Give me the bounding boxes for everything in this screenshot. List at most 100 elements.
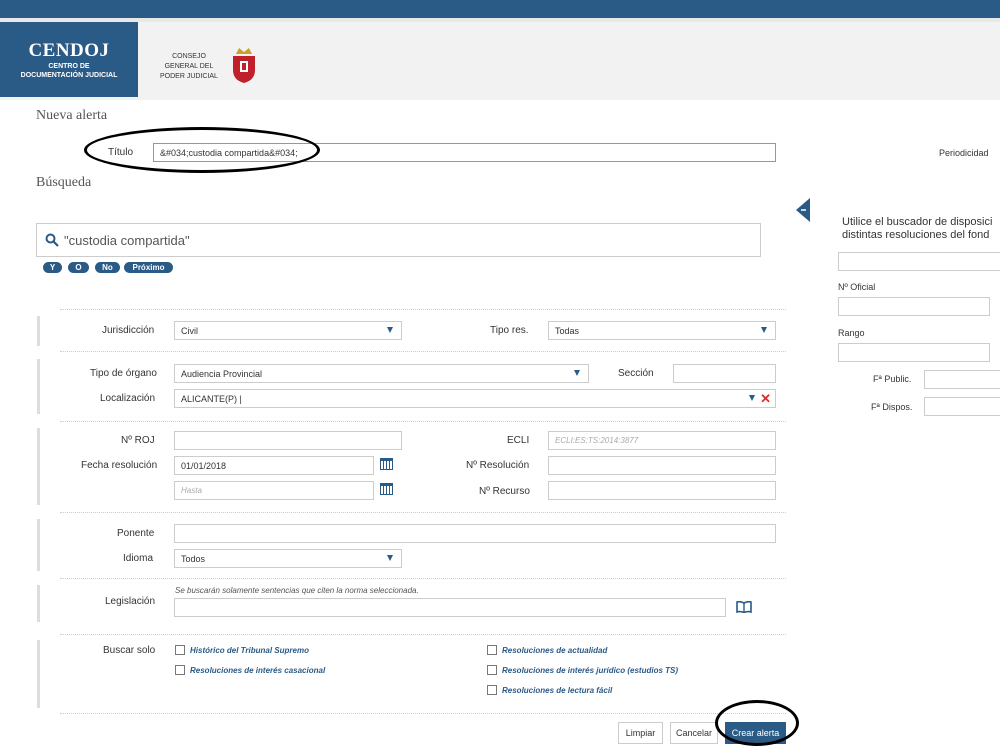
side-help-line-2: distintas resoluciones del fond — [842, 229, 990, 241]
nrecurso-label: Nº Recurso — [479, 486, 530, 497]
legislacion-hint: Se buscarán solamente sentencias que cit… — [175, 586, 419, 595]
nrecurso-input[interactable] — [548, 481, 776, 500]
section-bar — [37, 316, 40, 346]
seccion-label: Sección — [618, 368, 654, 379]
search-icon — [45, 233, 59, 247]
public-label: Fª Public. — [873, 374, 912, 384]
dispos-input[interactable] — [924, 397, 1000, 416]
localizacion-select[interactable]: ALICANTE(P) | ✕ — [174, 389, 776, 408]
tipo-organo-select[interactable]: Audiencia Provincial — [174, 364, 589, 383]
logo-subtitle-2: DOCUMENTACIÓN JUDICIAL — [20, 72, 118, 79]
cancel-button[interactable]: Cancelar — [670, 722, 718, 744]
oficial-label: Nº Oficial — [838, 282, 876, 292]
separator — [60, 421, 786, 422]
chevron-down-icon — [387, 327, 393, 333]
jurisdiccion-value: Civil — [181, 326, 198, 336]
cgpj-logo-text: CONSEJO GENERAL DEL PODER JUDICIAL — [160, 52, 218, 82]
chevron-down-icon — [749, 395, 755, 401]
oficial-input[interactable] — [838, 297, 990, 316]
calendar-icon[interactable] — [380, 483, 393, 495]
public-input[interactable] — [924, 370, 1000, 389]
calendar-icon[interactable] — [380, 458, 393, 470]
lectura-checkbox[interactable] — [487, 685, 497, 695]
ecli-input[interactable]: ECLI:ES:TS:2014:3877 — [548, 431, 776, 450]
chevron-down-icon — [761, 327, 767, 333]
top-bar — [0, 0, 1000, 18]
section-bar — [37, 428, 40, 505]
juridico-label: Resoluciones de interés jurídico (estudi… — [502, 666, 679, 675]
new-alert-heading: Nueva alerta — [36, 108, 108, 123]
title-input[interactable]: &#034;custodia compartida&#034; — [153, 143, 776, 162]
buscar-solo-label: Buscar solo — [103, 645, 156, 656]
site-header — [0, 22, 1000, 100]
clear-button[interactable]: Limpiar — [618, 722, 663, 744]
nresolucion-label: Nº Resolución — [466, 460, 530, 471]
org-line-1: CONSEJO — [172, 53, 206, 60]
tipo-res-label: Tipo res. — [490, 325, 529, 336]
collapse-panel-icon[interactable] — [796, 198, 810, 222]
seccion-input[interactable] — [673, 364, 776, 383]
rango-label: Rango — [838, 328, 865, 338]
search-heading: Búsqueda — [36, 175, 92, 190]
periodicity-label: Periodicidad — [939, 148, 989, 158]
operator-or[interactable]: O — [68, 262, 89, 273]
nroj-input[interactable] — [174, 431, 402, 450]
tipo-res-select[interactable]: Todas — [548, 321, 776, 340]
operator-and[interactable]: Y — [43, 262, 62, 273]
operator-not[interactable]: No — [95, 262, 120, 273]
legislacion-label: Legislación — [105, 596, 156, 607]
search-input[interactable]: "custodia compartida" — [36, 223, 761, 257]
separator — [60, 578, 786, 579]
clear-icon[interactable]: ✕ — [760, 390, 771, 407]
actualidad-checkbox[interactable] — [487, 645, 497, 655]
fecha-desde-input[interactable]: 01/01/2018 — [174, 456, 374, 475]
localizacion-value: ALICANTE(P) | — [181, 394, 242, 404]
side-search-input[interactable] — [838, 252, 1000, 271]
separator — [60, 634, 786, 635]
org-line-2: GENERAL DEL — [164, 63, 214, 70]
nroj-label: Nº ROJ — [121, 435, 155, 446]
casacional-checkbox[interactable] — [175, 665, 185, 675]
dispos-label: Fª Dispos. — [871, 402, 913, 412]
operator-near[interactable]: Próximo — [124, 262, 173, 273]
rango-input[interactable] — [838, 343, 990, 362]
side-help-line-1: Utilice el buscador de disposici — [842, 216, 993, 228]
separator — [60, 512, 786, 513]
search-query: "custodia compartida" — [64, 233, 190, 248]
title-label: Título — [108, 147, 134, 158]
ecli-label: ECLI — [507, 435, 530, 446]
jurisdiccion-label: Jurisdicción — [102, 325, 155, 336]
cendoj-logo[interactable]: CENDOJ CENTRO DE DOCUMENTACIÓN JUDICIAL — [0, 22, 138, 97]
juridico-checkbox[interactable] — [487, 665, 497, 675]
fecha-label: Fecha resolución — [81, 460, 158, 471]
ponente-input[interactable] — [174, 524, 776, 543]
idioma-value: Todos — [181, 554, 206, 564]
create-alert-button[interactable]: Crear alerta — [725, 722, 786, 744]
separator — [60, 713, 786, 714]
legislacion-input[interactable] — [174, 598, 726, 617]
idioma-label: Idioma — [123, 553, 154, 564]
nresolucion-input[interactable] — [548, 456, 776, 475]
section-bar — [37, 519, 40, 571]
idioma-select[interactable]: Todos — [174, 549, 402, 568]
tipo-res-value: Todas — [555, 326, 580, 336]
localizacion-label: Localización — [100, 393, 156, 404]
section-bar — [37, 585, 40, 622]
actualidad-label: Resoluciones de actualidad — [502, 646, 608, 655]
section-bar — [37, 640, 40, 708]
jurisdiccion-select[interactable]: Civil — [174, 321, 402, 340]
historico-label: Histórico del Tribunal Supremo — [190, 646, 309, 655]
separator — [60, 309, 786, 310]
tipo-organo-value: Audiencia Provincial — [181, 369, 263, 379]
cgpj-seal-icon — [233, 48, 255, 83]
historico-checkbox[interactable] — [175, 645, 185, 655]
logo-subtitle-1: CENTRO DE — [48, 63, 90, 70]
tipo-organo-label: Tipo de órgano — [90, 368, 157, 379]
chevron-down-icon — [574, 370, 580, 376]
section-bar — [37, 359, 40, 414]
casacional-label: Resoluciones de interés casacional — [190, 666, 326, 675]
lectura-label: Resoluciones de lectura fácil — [502, 686, 613, 695]
chevron-down-icon — [387, 555, 393, 561]
fecha-hasta-input[interactable]: Hasta — [174, 481, 374, 500]
book-icon[interactable] — [736, 601, 752, 613]
